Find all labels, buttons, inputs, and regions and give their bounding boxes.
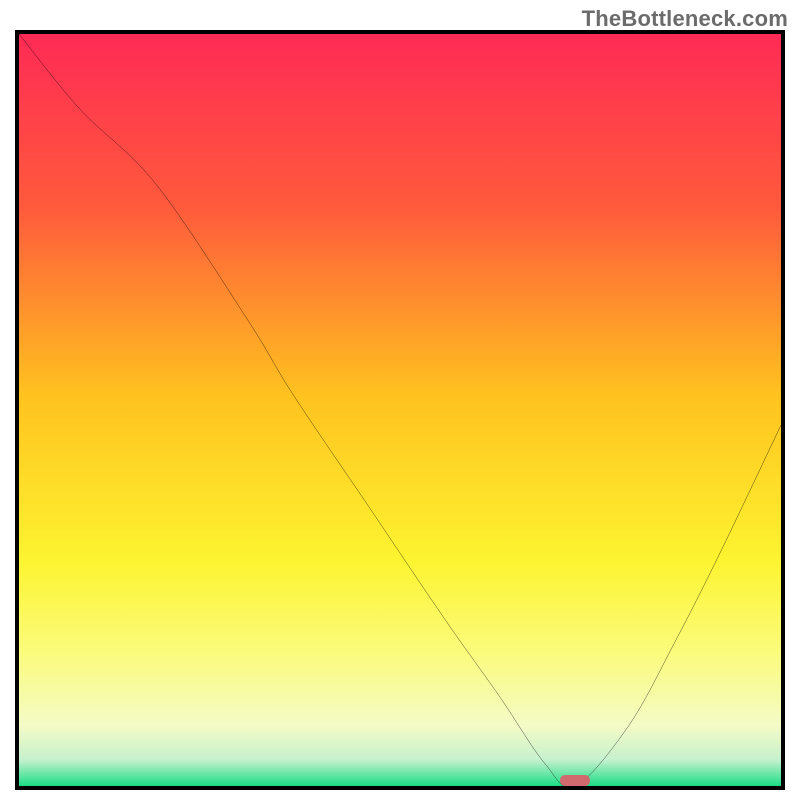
chart-container: TheBottleneck.com: [0, 0, 800, 800]
plot-area: [15, 30, 785, 790]
watermark-text: TheBottleneck.com: [582, 6, 788, 32]
bottleneck-curve: [19, 34, 781, 786]
minimum-marker: [560, 775, 590, 786]
